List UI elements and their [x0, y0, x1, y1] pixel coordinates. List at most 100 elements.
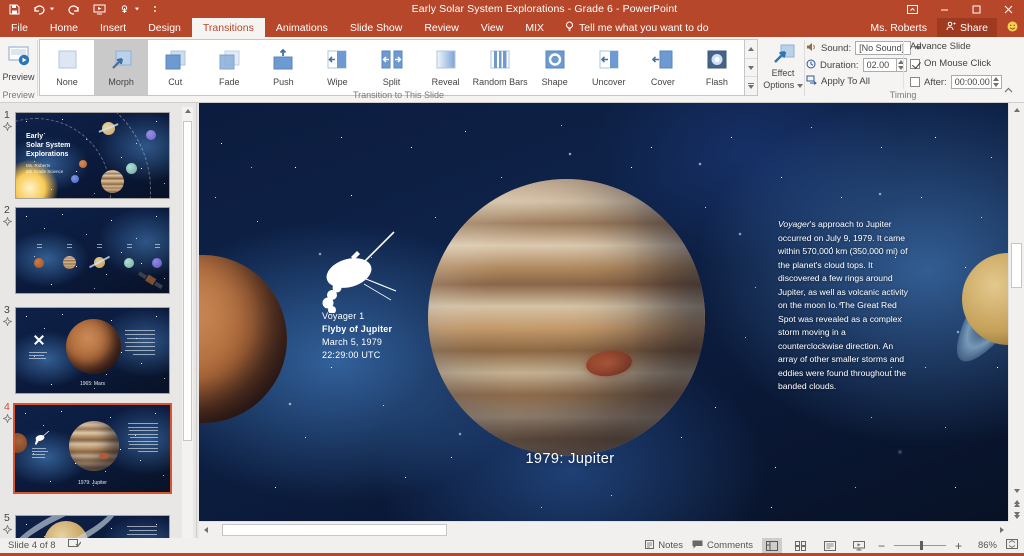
undo-dropdown-icon[interactable]	[50, 8, 54, 11]
transition-reveal[interactable]: Reveal	[419, 40, 473, 95]
gallery-scroll-down-icon[interactable]	[745, 59, 757, 78]
comments-button[interactable]: Comments	[692, 540, 753, 552]
scroll-right-icon[interactable]	[995, 522, 1008, 538]
minimize-icon[interactable]	[928, 0, 960, 18]
transition-flash[interactable]: Flash	[690, 40, 744, 95]
animation-star-icon[interactable]	[3, 217, 12, 229]
vertical-scrollbar-thumb[interactable]	[1011, 243, 1022, 288]
transition-push[interactable]: Push	[256, 40, 310, 95]
after-time-input[interactable]: 00:00.00	[951, 75, 992, 89]
thumbnail-scroll-up-icon[interactable]	[182, 109, 193, 113]
duration-input[interactable]: 02.00	[863, 58, 897, 72]
zoom-out-button[interactable]: −	[878, 541, 885, 551]
horizontal-scrollbar[interactable]	[199, 521, 1008, 538]
voyager-event: Flyby of Jupiter	[322, 323, 392, 336]
jupiter-planet-image[interactable]	[428, 179, 705, 456]
after-spinner[interactable]	[992, 75, 1002, 89]
scroll-down-icon[interactable]	[1009, 484, 1024, 497]
tab-animations[interactable]: Animations	[265, 18, 339, 37]
reading-view-button[interactable]	[820, 538, 840, 553]
tab-insert[interactable]: Insert	[89, 18, 137, 37]
signed-in-user[interactable]: Ms. Roberts	[870, 22, 927, 34]
tell-me-box[interactable]: Tell me what you want to do	[555, 18, 719, 37]
zoom-percentage[interactable]: 86%	[971, 540, 997, 551]
normal-view-button[interactable]	[762, 538, 782, 553]
mars-planet-edge[interactable]	[199, 255, 287, 423]
display-settings-icon[interactable]	[68, 539, 81, 552]
undo-icon[interactable]	[33, 4, 45, 15]
transition-morph[interactable]: Morph	[94, 40, 148, 95]
slide-canvas[interactable]: Voyager 1 Flyby of Jupiter March 5, 1979…	[199, 103, 1008, 521]
slide-thumbnail-5[interactable]	[15, 515, 170, 538]
touch-mouse-mode-icon[interactable]	[119, 4, 130, 15]
save-icon[interactable]	[9, 4, 20, 15]
customize-qat-icon[interactable]	[153, 5, 157, 14]
push-transition-icon	[270, 49, 296, 73]
voyager-info-textbox[interactable]: Voyager 1 Flyby of Jupiter March 5, 1979…	[322, 310, 392, 362]
tab-transitions[interactable]: Transitions	[192, 18, 265, 37]
slide-indicator[interactable]: Slide 4 of 8	[8, 540, 56, 551]
share-button[interactable]: Share	[937, 18, 997, 37]
slide-thumbnail-1[interactable]: Early Solar System Explorations Ms. Robe…	[15, 112, 170, 199]
slide-thumbnail-3[interactable]: 1965: Mars	[15, 307, 170, 394]
tab-home[interactable]: Home	[39, 18, 89, 37]
zoom-slider-thumb[interactable]	[920, 541, 923, 550]
transition-none[interactable]: None	[40, 40, 94, 95]
scroll-left-icon[interactable]	[199, 522, 212, 538]
transition-shape[interactable]: Shape	[528, 40, 582, 95]
transition-random-bars[interactable]: Random Bars	[473, 40, 528, 95]
slide-thumbnail-4-selected[interactable]: 1979: Jupiter	[13, 403, 172, 494]
tab-design[interactable]: Design	[137, 18, 192, 37]
on-mouse-click-checkbox[interactable]: On Mouse Click	[910, 58, 991, 69]
animation-star-icon[interactable]	[3, 122, 12, 134]
feedback-smiley-icon[interactable]	[1007, 21, 1018, 35]
touch-mode-dropdown-icon[interactable]	[135, 8, 139, 11]
transition-uncover[interactable]: Uncover	[582, 40, 636, 95]
animation-star-icon[interactable]	[3, 525, 12, 537]
close-icon[interactable]	[992, 0, 1024, 18]
transition-wipe[interactable]: Wipe	[310, 40, 364, 95]
animation-star-icon[interactable]	[3, 317, 12, 329]
zoom-in-button[interactable]: +	[955, 541, 962, 551]
transition-cut[interactable]: Cut	[148, 40, 202, 95]
slide-thumbnail-2[interactable]	[15, 207, 170, 294]
next-slide-button[interactable]	[1009, 510, 1024, 521]
transition-split[interactable]: Split	[364, 40, 418, 95]
scroll-up-icon[interactable]	[1009, 103, 1024, 116]
redo-icon[interactable]	[68, 4, 80, 15]
tab-view[interactable]: View	[470, 18, 515, 37]
slide-body-textbox[interactable]: Voyager's approach to Jupiter occurred o…	[778, 218, 908, 394]
slide-caption-textbox[interactable]: 1979: Jupiter	[420, 451, 720, 467]
maximize-icon[interactable]	[960, 0, 992, 18]
thumbnail-scrollbar[interactable]	[182, 107, 193, 538]
duration-spinner[interactable]	[897, 58, 907, 72]
apply-to-all-button[interactable]: Apply To All	[806, 75, 870, 88]
effect-options-button[interactable]: Effect Options	[762, 40, 804, 94]
collapse-ribbon-icon[interactable]	[1004, 85, 1013, 96]
status-bar: Slide 4 of 8 Notes Comments − + 86%	[0, 538, 1024, 553]
thumbnail-scrollbar-thumb[interactable]	[183, 121, 192, 441]
zoom-slider[interactable]	[894, 538, 946, 553]
tab-mix[interactable]: MIX	[514, 18, 555, 37]
slide-5-number: 5	[4, 512, 10, 524]
starfield-bright	[199, 103, 201, 105]
tab-file[interactable]: File	[0, 18, 39, 37]
tab-slide-show[interactable]: Slide Show	[339, 18, 414, 37]
fit-slide-to-window-icon[interactable]	[1006, 539, 1018, 552]
tab-review[interactable]: Review	[413, 18, 469, 37]
ribbon-display-options-icon[interactable]	[896, 0, 928, 18]
preview-button[interactable]: Preview	[2, 40, 35, 88]
gallery-scroll-up-icon[interactable]	[745, 40, 757, 59]
transition-cover[interactable]: Cover	[636, 40, 690, 95]
animation-star-icon[interactable]	[3, 414, 12, 426]
voyager-spacecraft-graphic[interactable]	[311, 229, 397, 316]
previous-slide-button[interactable]	[1009, 498, 1024, 509]
slide-show-view-button[interactable]	[849, 538, 869, 553]
horizontal-scrollbar-thumb[interactable]	[222, 524, 447, 536]
after-checkbox[interactable]	[910, 77, 920, 87]
vertical-scrollbar[interactable]	[1008, 103, 1024, 521]
transition-fade[interactable]: Fade	[202, 40, 256, 95]
slide-sorter-view-button[interactable]	[791, 538, 811, 553]
start-from-beginning-icon[interactable]	[93, 4, 106, 15]
notes-button[interactable]: Notes	[645, 540, 683, 552]
